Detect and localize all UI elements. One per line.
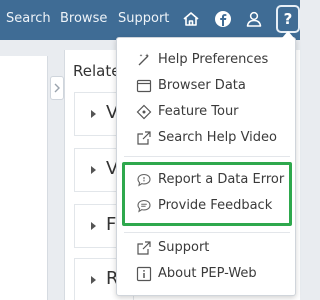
facebook-icon[interactable] [212, 8, 234, 30]
nav-link-browse[interactable]: Browse [60, 11, 107, 27]
related-heading: Relate [73, 62, 121, 80]
external-link-icon [136, 240, 152, 256]
menu-caret [282, 31, 294, 38]
accordion-title: F [106, 214, 117, 235]
menu-divider [124, 232, 290, 233]
menu-item-label: Browser Data [158, 78, 246, 93]
tag-icon [136, 104, 152, 120]
top-nav-bar: Search Browse Support ? [0, 0, 300, 40]
home-icon[interactable] [180, 8, 202, 30]
caret-right-icon [91, 166, 96, 174]
help-button[interactable]: ? [276, 5, 300, 33]
user-icon[interactable] [243, 8, 265, 30]
menu-item-browser-data[interactable]: Browser Data [136, 75, 292, 97]
menu-item-support[interactable]: Support [136, 237, 292, 259]
menu-item-label: About PEP-Web [158, 266, 257, 281]
menu-divider [124, 156, 290, 157]
question-mark-icon: ? [283, 9, 293, 28]
nav-link-support[interactable]: Support [118, 11, 169, 27]
left-panel [0, 56, 48, 300]
menu-item-label: Feature Tour [158, 104, 239, 119]
menu-item-label: Help Preferences [158, 52, 269, 67]
caret-right-icon [91, 110, 96, 118]
caret-right-icon [91, 222, 96, 230]
window-icon [136, 78, 152, 94]
panel-collapse-handle[interactable] [50, 76, 64, 100]
info-icon [136, 266, 152, 282]
wand-icon [136, 52, 152, 68]
menu-item-help-preferences[interactable]: Help Preferences [136, 49, 292, 71]
external-link-icon [136, 130, 152, 146]
menu-item-about-pep-web[interactable]: About PEP-Web [136, 263, 292, 285]
nav-link-search[interactable]: Search [6, 11, 51, 27]
menu-item-label: Support [158, 240, 210, 255]
menu-item-search-help-video[interactable]: Search Help Video [136, 127, 292, 149]
menu-item-label: Search Help Video [158, 130, 277, 145]
caret-right-icon [91, 276, 96, 284]
highlight-box [122, 162, 292, 226]
menu-item-feature-tour[interactable]: Feature Tour [136, 101, 292, 123]
chevron-right-icon [54, 83, 60, 93]
